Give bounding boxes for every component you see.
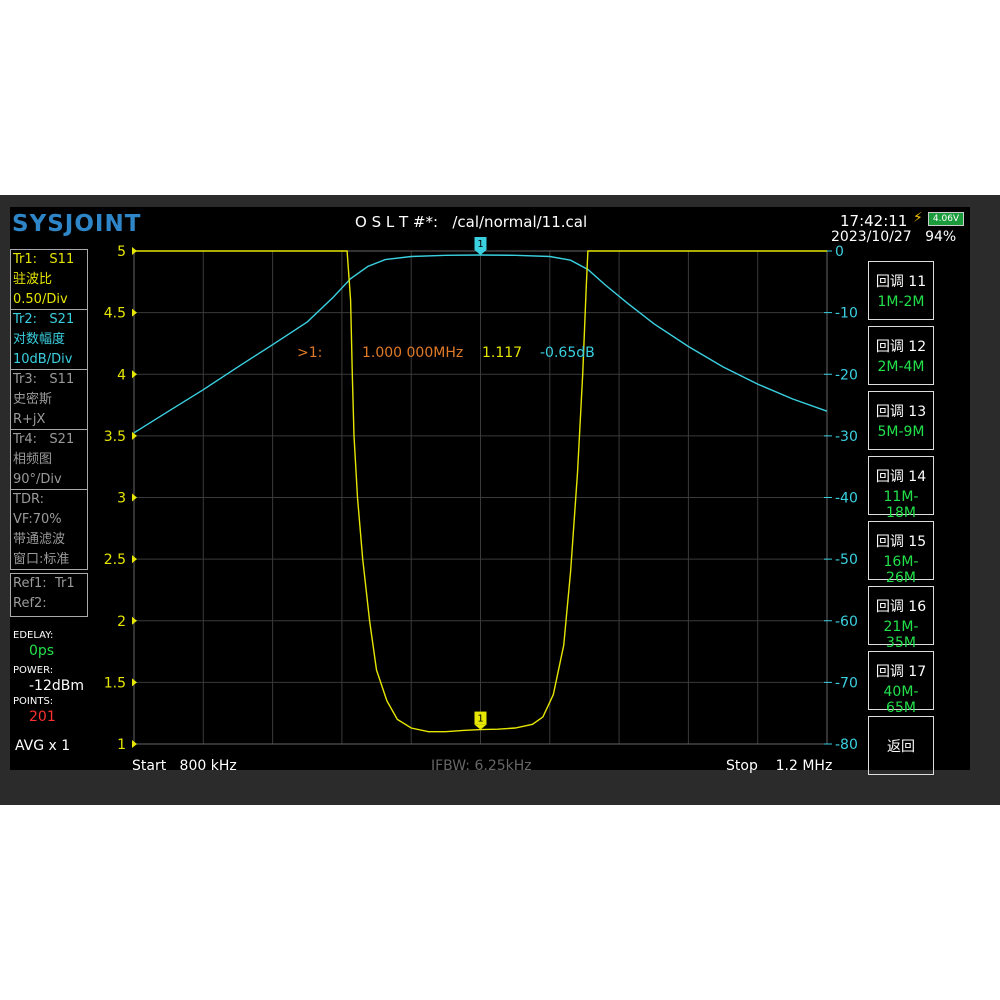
recall-16-button[interactable]: 回调 16 21M-35M — [868, 586, 934, 651]
marker-label: >1: — [297, 345, 323, 361]
left-tick-label: 1 — [117, 737, 126, 753]
menu-title: 回调 12 — [875, 339, 927, 355]
back-button[interactable]: 返回 — [868, 716, 934, 775]
marker-swr: 1.117 — [482, 345, 523, 361]
menu-range: 11M-18M — [883, 489, 919, 521]
marker-id-tr1: 1 — [477, 714, 483, 725]
ifbw-label: IFBW: 6.25kHz — [431, 758, 532, 774]
recall-12-button[interactable]: 回调 12 2M-4M — [868, 326, 934, 385]
left-tick-label: 5 — [117, 244, 126, 260]
marker-flag-tr1: 1 — [474, 711, 487, 730]
left-tick-label: 2.5 — [104, 552, 126, 568]
left-tick-label: 1.5 — [104, 675, 126, 691]
menu-title: 回调 17 — [875, 664, 927, 680]
menu-range: 2M-4M — [877, 359, 925, 375]
recall-14-button[interactable]: 回调 14 11M-18M — [868, 456, 934, 521]
recall-17-button[interactable]: 回调 17 40M-65M — [868, 651, 934, 716]
back-label: 返回 — [887, 739, 915, 755]
menu-range: 1M-2M — [877, 294, 925, 310]
right-tick-label: 0 — [835, 244, 844, 260]
right-tick-label: -60 — [835, 614, 858, 630]
menu-range: 40M-65M — [883, 684, 919, 716]
measurement-plot: 5 4.5 4 3.5 3 2.5 2 1.5 1 0 -10 -20 -30 -40 -50 -60 -70… — [104, 237, 858, 753]
menu-range: 16M-26M — [883, 554, 919, 586]
menu-title: 回调 15 — [875, 534, 927, 550]
right-tick-label: -20 — [835, 367, 858, 383]
right-tick-label: -70 — [835, 675, 858, 691]
left-axis-ticks: 5 4.5 4 3.5 3 2.5 2 1.5 1 — [104, 244, 137, 753]
right-axis-ticks: 0 -10 -20 -30 -40 -50 -60 -70 -80 — [824, 244, 858, 753]
marker-s21: -0.65dB — [540, 345, 595, 361]
left-tick-label: 3.5 — [104, 429, 126, 445]
menu-range: 21M-35M — [883, 619, 919, 651]
marker-frequency: 1.000 000MHz — [362, 345, 464, 361]
recall-15-button[interactable]: 回调 15 16M-26M — [868, 521, 934, 586]
right-tick-label: -50 — [835, 552, 858, 568]
stop-frequency: Stop 1.2 MHz — [726, 758, 833, 774]
start-frequency: Start 800 kHz — [132, 758, 237, 774]
menu-title: 回调 14 — [875, 469, 927, 485]
menu-title: 回调 16 — [875, 599, 927, 615]
left-tick-label: 2 — [117, 614, 126, 630]
left-tick-label: 4.5 — [104, 306, 126, 322]
menu-title: 回调 13 — [875, 404, 927, 420]
marker-flag-tr2: 1 — [474, 237, 487, 256]
menu-range: 5M-9M — [877, 424, 925, 440]
right-tick-label: -10 — [835, 306, 858, 322]
analyzer-screen: SYSJOINT O S L T #*: /cal/normal/11.cal … — [10, 207, 970, 775]
plot-grid — [133, 250, 828, 745]
right-tick-label: -30 — [835, 429, 858, 445]
right-tick-label: -80 — [835, 737, 858, 753]
left-tick-label: 3 — [117, 491, 126, 507]
recall-13-button[interactable]: 回调 13 5M-9M — [868, 391, 934, 450]
recall-11-button[interactable]: 回调 11 1M-2M — [868, 261, 934, 320]
right-tick-label: -40 — [835, 491, 858, 507]
left-tick-label: 4 — [117, 367, 126, 383]
marker-id-tr2: 1 — [477, 239, 483, 250]
device-frame: SYSJOINT O S L T #*: /cal/normal/11.cal … — [0, 195, 1000, 805]
menu-title: 回调 11 — [875, 274, 927, 290]
